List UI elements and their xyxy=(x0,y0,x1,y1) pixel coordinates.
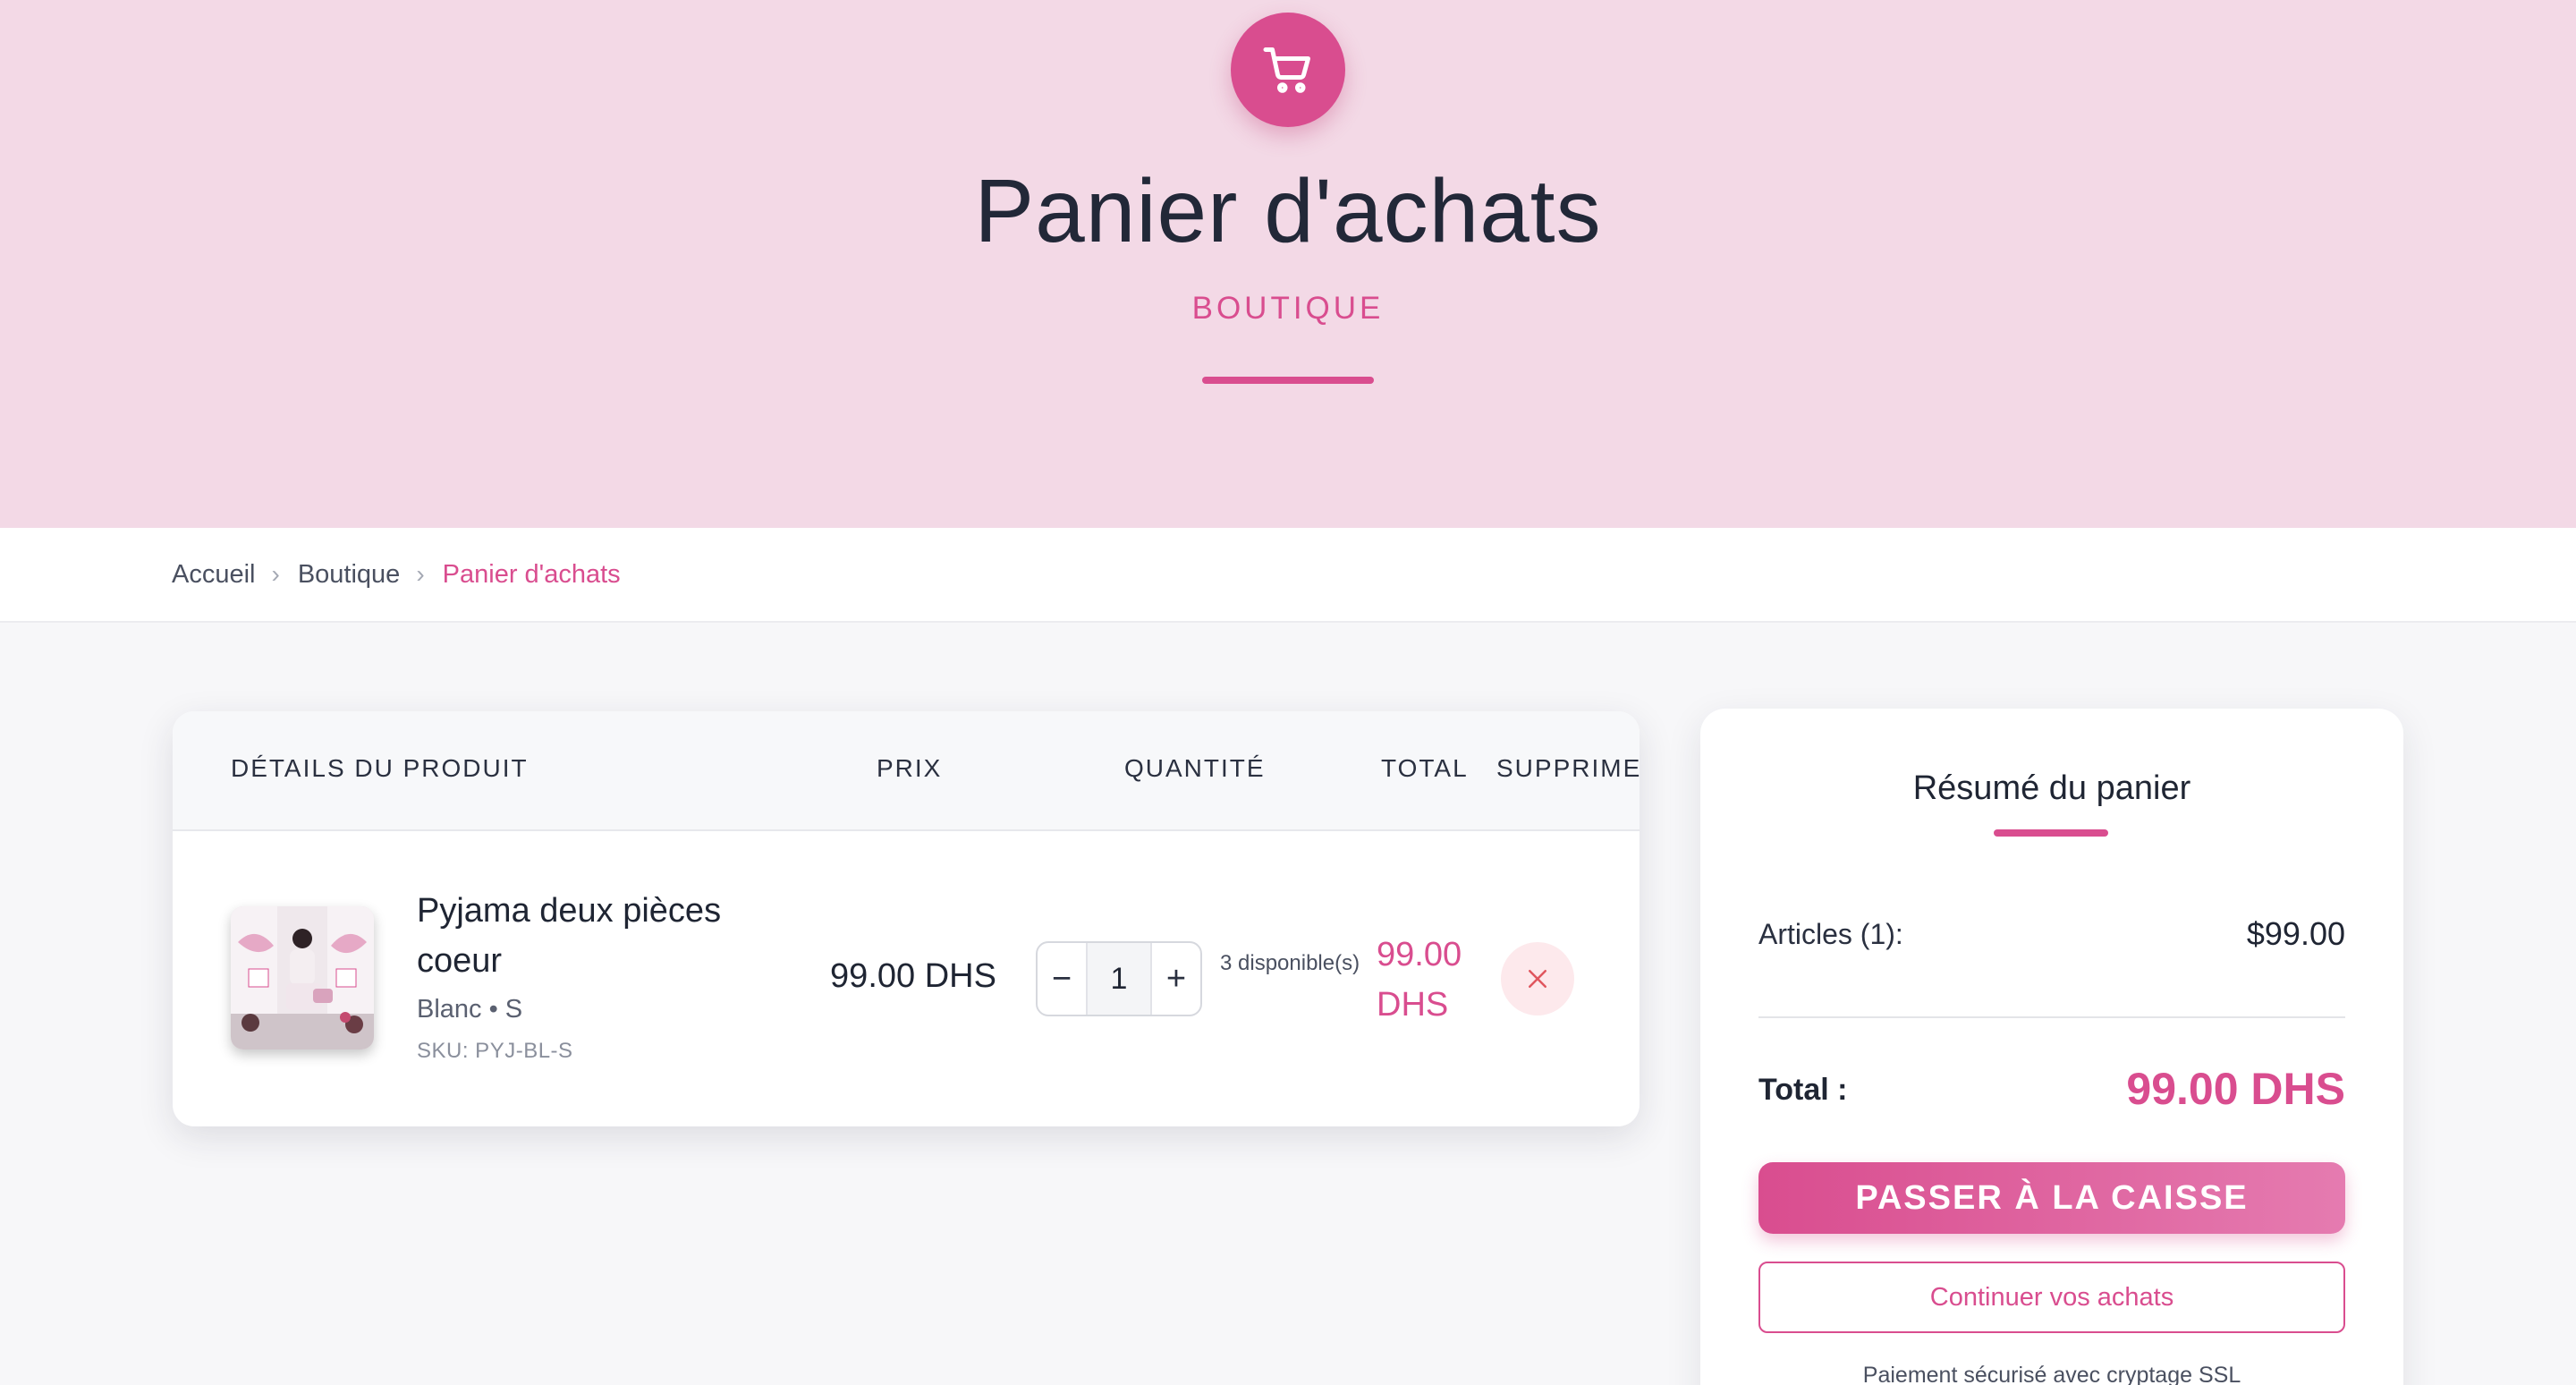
chevron-right-icon: › xyxy=(416,560,425,588)
quantity-input[interactable]: 1 xyxy=(1086,943,1152,1015)
cart-table: DÉTAILS DU PRODUIT PRIX QUANTITÉ TOTAL S… xyxy=(173,711,1640,1126)
quantity-stepper: − 1 + xyxy=(1036,941,1202,1016)
line-total: 99.00 DHS xyxy=(1377,936,1462,1024)
cart-summary: Résumé du panier Articles (1): $99.00 To… xyxy=(1700,709,2403,1385)
column-header-remove: SUPPRIMER xyxy=(1496,754,1640,782)
checkout-button[interactable]: PASSER À LA CAISSE xyxy=(1758,1162,2345,1234)
title-underline xyxy=(1202,377,1374,384)
articles-label: Articles (1): xyxy=(1758,918,1903,950)
breadcrumb-shop-link[interactable]: Boutique xyxy=(298,560,401,590)
product-sku: SKU: PYJ-BL-S xyxy=(417,1039,573,1063)
page-header: Panier d'achats BOUTIQUE xyxy=(0,0,2576,528)
articles-value: $99.00 xyxy=(2246,915,2345,952)
page-title: Panier d'achats xyxy=(974,161,1602,261)
total-value: 99.00 DHS xyxy=(2126,1064,2345,1114)
page-subtitle: BOUTIQUE xyxy=(1191,291,1385,326)
summary-title-underline xyxy=(1994,829,2108,837)
continue-shopping-button[interactable]: Continuer vos achats xyxy=(1758,1262,2345,1333)
breadcrumb: Accueil › Boutique › Panier d'achats xyxy=(0,528,2576,623)
product-name[interactable]: Pyjama deux pièces coeur xyxy=(417,886,757,986)
remove-item-button[interactable] xyxy=(1501,942,1574,1015)
breadcrumb-home-link[interactable]: Accueil xyxy=(172,560,256,590)
shopping-cart-icon xyxy=(1231,13,1345,127)
secure-payment-note: Paiement sécurisé avec cryptage SSL xyxy=(1862,1363,2241,1385)
column-header-total: TOTAL xyxy=(1381,754,1469,782)
product-variant: Blanc • S xyxy=(417,995,523,1024)
summary-divider xyxy=(1758,1016,2345,1018)
column-header-price: PRIX xyxy=(877,754,943,782)
table-header: DÉTAILS DU PRODUIT PRIX QUANTITÉ TOTAL S… xyxy=(173,711,1640,831)
column-header-product: DÉTAILS DU PRODUIT xyxy=(231,754,529,782)
product-image[interactable] xyxy=(231,906,374,1049)
total-label: Total : xyxy=(1758,1073,1848,1107)
chevron-right-icon: › xyxy=(271,560,280,588)
product-price: 99.00 DHS xyxy=(830,957,996,995)
breadcrumb-current: Panier d'achats xyxy=(442,559,621,589)
plus-icon[interactable]: + xyxy=(1152,943,1200,1015)
stock-availability: 3 disponible(s) xyxy=(1220,951,1360,975)
column-header-quantity: QUANTITÉ xyxy=(1124,754,1266,782)
close-icon xyxy=(1529,970,1546,988)
summary-title: Résumé du panier xyxy=(1912,769,2191,807)
minus-icon[interactable]: − xyxy=(1038,943,1086,1015)
